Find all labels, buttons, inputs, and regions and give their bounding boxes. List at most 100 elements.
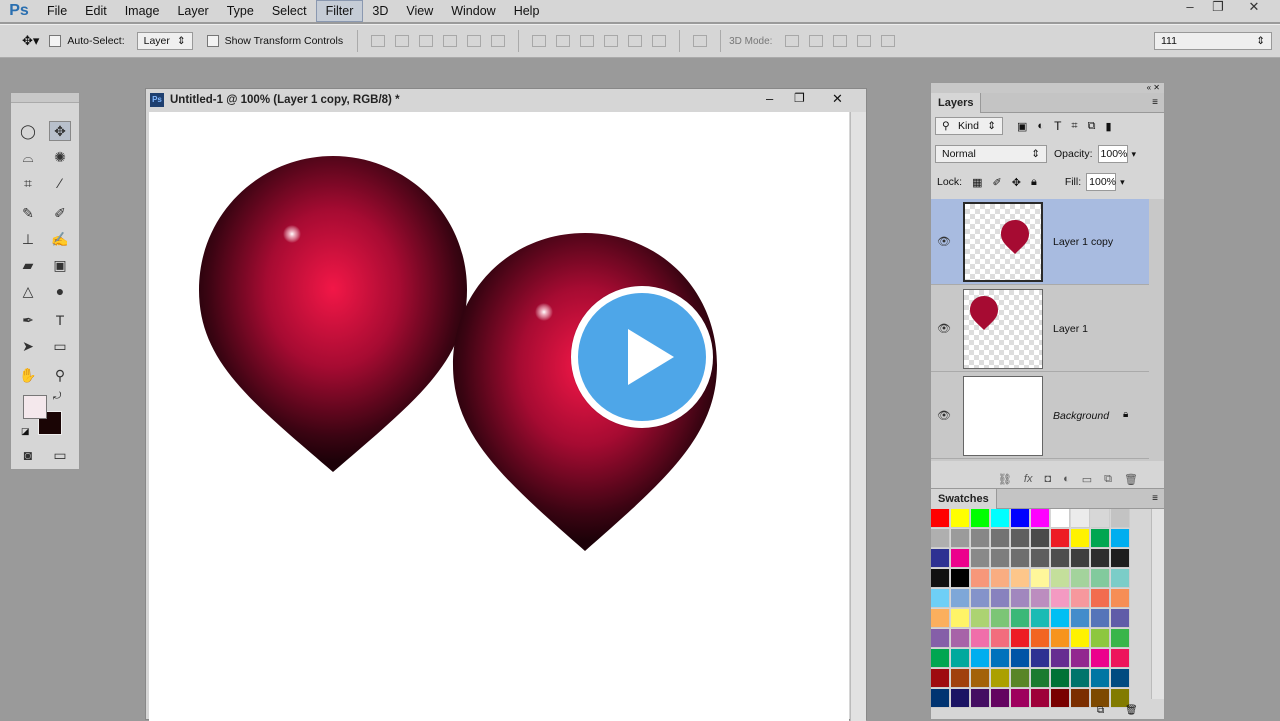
rectangle-icon[interactable]: ▭	[49, 336, 71, 356]
color-swatch[interactable]	[971, 589, 990, 608]
layer-name[interactable]: Layer 1	[1053, 323, 1088, 335]
menu-edit[interactable]: Edit	[76, 0, 116, 22]
color-swatch[interactable]	[1051, 549, 1070, 568]
panel-menu-icon[interactable]: ≡	[1152, 97, 1158, 108]
path-select-icon[interactable]: ➤	[17, 336, 39, 356]
color-swatch[interactable]	[951, 529, 970, 548]
color-swatch[interactable]	[951, 669, 970, 688]
menu-type[interactable]: Type	[218, 0, 263, 22]
swatches-scrollbar[interactable]	[1151, 509, 1164, 699]
layer-name[interactable]: Layer 1 copy	[1053, 236, 1113, 248]
color-swatch[interactable]	[931, 649, 950, 668]
color-swatch[interactable]	[1091, 669, 1110, 688]
menu-layer[interactable]: Layer	[168, 0, 217, 22]
color-swatch[interactable]	[971, 629, 990, 648]
color-swatch[interactable]	[1031, 509, 1050, 528]
color-swatch[interactable]	[1011, 529, 1030, 548]
zoom-icon[interactable]: ⚲	[49, 365, 71, 385]
color-swatch[interactable]	[931, 669, 950, 688]
new-layer-icon[interactable]: ⧉	[1104, 473, 1112, 486]
color-swatch[interactable]	[1091, 549, 1110, 568]
lock-all-icon[interactable]: 🔒︎	[1031, 176, 1037, 189]
color-swatch[interactable]	[931, 629, 950, 648]
blur-icon[interactable]: △	[17, 281, 39, 301]
layer-row[interactable]: 👁︎ Background 🔒︎	[931, 373, 1149, 459]
color-swatch[interactable]	[991, 669, 1010, 688]
color-swatch[interactable]	[971, 549, 990, 568]
filter-shape-icon[interactable]: ⌗	[1071, 120, 1077, 133]
new-group-icon[interactable]: ▭	[1082, 473, 1092, 486]
3d-roll-icon[interactable]	[809, 35, 824, 47]
doc-minimize-icon[interactable]: –	[766, 91, 773, 106]
layer-row[interactable]: 👁︎ Layer 1 copy	[931, 199, 1149, 285]
chevron-down-icon[interactable]: ▾	[1120, 177, 1125, 188]
doc-restore-icon[interactable]: ❐	[794, 91, 805, 105]
color-swatch[interactable]	[1051, 629, 1070, 648]
add-mask-icon[interactable]: ◘	[1044, 473, 1051, 485]
menu-filter[interactable]: Filter	[315, 0, 364, 22]
canvas-scrollbar[interactable]	[850, 112, 866, 721]
color-swatch[interactable]	[1031, 629, 1050, 648]
color-swatch[interactable]	[1091, 529, 1110, 548]
move-tool-icon[interactable]: ✥▾	[22, 33, 39, 49]
healing-brush-icon[interactable]: ✎	[17, 203, 39, 223]
color-swatch[interactable]	[1111, 609, 1130, 628]
filter-pixel-icon[interactable]: ▣	[1017, 120, 1027, 133]
eraser-icon[interactable]: ▰	[17, 255, 39, 275]
tab-swatches[interactable]: Swatches	[931, 488, 997, 509]
menu-window[interactable]: Window	[442, 0, 504, 22]
color-swatch[interactable]	[1091, 609, 1110, 628]
color-swatch[interactable]	[931, 689, 950, 708]
lock-transparent-icon[interactable]: ▦	[972, 176, 982, 189]
color-swatch[interactable]	[951, 629, 970, 648]
magic-wand-icon[interactable]: ✺	[49, 147, 71, 167]
color-swatch[interactable]	[1031, 529, 1050, 548]
layer-row[interactable]: 👁︎ Layer 1	[931, 286, 1149, 372]
dodge-icon[interactable]: ●	[49, 281, 71, 301]
stamp-icon[interactable]: ⊥	[17, 229, 39, 249]
kind-filter-dropdown[interactable]: ⚲ Kind ⇕	[935, 117, 1003, 135]
color-swatch[interactable]	[1111, 629, 1130, 648]
color-swatch[interactable]	[1031, 609, 1050, 628]
color-swatch[interactable]	[931, 609, 950, 628]
color-swatch[interactable]	[971, 669, 990, 688]
visibility-eye-icon[interactable]: 👁︎	[937, 322, 951, 335]
swap-colors-icon[interactable]: ⤾	[53, 391, 61, 402]
distribute-right-icon[interactable]	[652, 35, 667, 47]
color-swatch[interactable]	[1111, 549, 1130, 568]
color-swatch[interactable]	[1091, 649, 1110, 668]
fx-icon[interactable]: fx	[1024, 473, 1033, 485]
color-swatch[interactable]	[991, 629, 1010, 648]
color-swatch[interactable]	[1071, 569, 1090, 588]
color-swatch[interactable]	[1111, 509, 1130, 528]
filter-smart-object-icon[interactable]: ⧉	[1088, 120, 1096, 133]
color-swatch[interactable]	[1091, 509, 1110, 528]
color-swatch[interactable]	[1071, 509, 1090, 528]
tab-layers[interactable]: Layers	[931, 92, 982, 113]
foreground-color-swatch[interactable]	[23, 395, 47, 419]
distribute-top-icon[interactable]	[532, 35, 547, 47]
default-colors-icon[interactable]: ◪	[21, 426, 30, 437]
color-swatch[interactable]	[1031, 669, 1050, 688]
color-swatch[interactable]	[1011, 509, 1030, 528]
lasso-icon[interactable]: ⌓	[17, 147, 39, 167]
color-swatch[interactable]	[991, 649, 1010, 668]
color-swatch[interactable]	[951, 589, 970, 608]
menu-3d[interactable]: 3D	[363, 0, 397, 22]
screen-mode-icon[interactable]: ▭	[49, 445, 71, 465]
brush-icon[interactable]: ✐	[49, 203, 71, 223]
close-icon[interactable]: ✕	[1240, 0, 1268, 16]
minimize-icon[interactable]: –	[1176, 0, 1204, 16]
color-swatch[interactable]	[1011, 669, 1030, 688]
color-swatch[interactable]	[1091, 629, 1110, 648]
color-swatch[interactable]	[1071, 529, 1090, 548]
color-swatch[interactable]	[971, 529, 990, 548]
color-swatch[interactable]	[991, 569, 1010, 588]
color-swatch[interactable]	[1111, 589, 1130, 608]
gradient-icon[interactable]: ▣	[49, 255, 71, 275]
color-swatch[interactable]	[1071, 689, 1090, 708]
new-swatch-icon[interactable]: ⧉	[1097, 705, 1104, 716]
color-swatch[interactable]	[1051, 669, 1070, 688]
color-swatch[interactable]	[951, 509, 970, 528]
color-swatch[interactable]	[931, 529, 950, 548]
